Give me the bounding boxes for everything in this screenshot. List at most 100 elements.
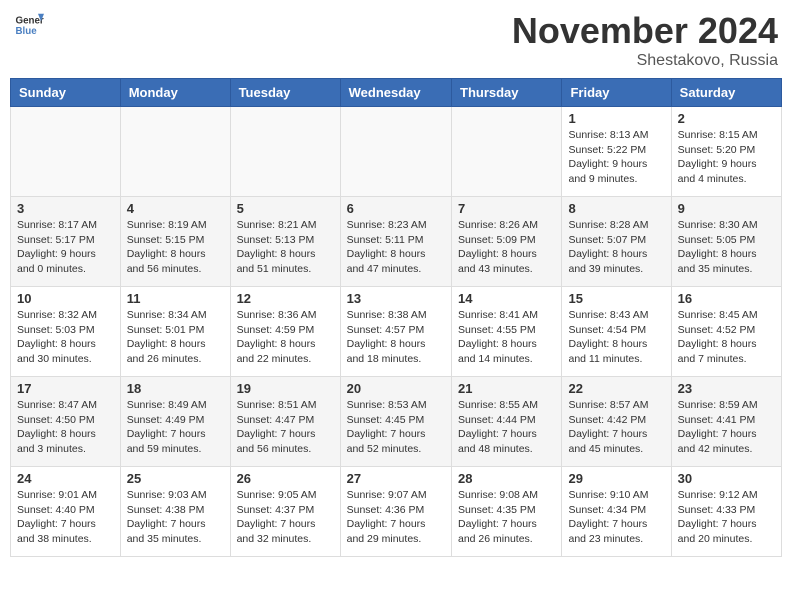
day-info: Sunrise: 9:05 AM Sunset: 4:37 PM Dayligh…	[237, 488, 334, 547]
calendar-day-cell	[452, 107, 562, 197]
calendar-day-cell	[230, 107, 340, 197]
day-info: Sunrise: 8:13 AM Sunset: 5:22 PM Dayligh…	[568, 128, 664, 187]
day-info: Sunrise: 9:03 AM Sunset: 4:38 PM Dayligh…	[127, 488, 224, 547]
day-info: Sunrise: 8:59 AM Sunset: 4:41 PM Dayligh…	[678, 398, 775, 457]
day-number: 21	[458, 381, 555, 396]
weekday-header: Monday	[120, 79, 230, 107]
day-number: 11	[127, 291, 224, 306]
calendar-day-cell: 15Sunrise: 8:43 AM Sunset: 4:54 PM Dayli…	[562, 287, 671, 377]
calendar-day-cell: 8 Sunrise: 8:28 AM Sunset: 5:07 PM Daylig…	[562, 197, 671, 287]
day-number: 4	[127, 201, 224, 216]
day-number: 19	[237, 381, 334, 396]
day-info: Sunrise: 9:08 AM Sunset: 4:35 PM Dayligh…	[458, 488, 555, 547]
day-info: Sunrise: 9:01 AM Sunset: 4:40 PM Dayligh…	[17, 488, 114, 547]
calendar-day-cell: 16 Sunrise: 8:45 AM Sunset: 4:52 PM Dayli…	[671, 287, 781, 377]
calendar-week-row: 17Sunrise: 8:47 AM Sunset: 4:50 PM Dayli…	[11, 377, 782, 467]
calendar-day-cell: 12 Sunrise: 8:36 AM Sunset: 4:59 PM Dayli…	[230, 287, 340, 377]
calendar-day-cell: 7Sunrise: 8:26 AM Sunset: 5:09 PM Daylig…	[452, 197, 562, 287]
day-info: Sunrise: 8:45 AM Sunset: 4:52 PM Dayligh…	[678, 308, 775, 367]
svg-text:Blue: Blue	[16, 26, 38, 37]
calendar-day-cell: 30Sunrise: 9:12 AM Sunset: 4:33 PM Dayli…	[671, 467, 781, 557]
day-number: 25	[127, 471, 224, 486]
calendar-day-cell: 1 Sunrise: 8:13 AM Sunset: 5:22 PM Daylig…	[562, 107, 671, 197]
day-number: 6	[347, 201, 445, 216]
weekday-header: Sunday	[11, 79, 121, 107]
day-number: 28	[458, 471, 555, 486]
day-number: 13	[347, 291, 445, 306]
day-number: 1	[568, 111, 664, 126]
day-info: Sunrise: 8:17 AM Sunset: 5:17 PM Dayligh…	[17, 218, 114, 277]
day-info: Sunrise: 8:36 AM Sunset: 4:59 PM Dayligh…	[237, 308, 334, 367]
day-info: Sunrise: 8:53 AM Sunset: 4:45 PM Dayligh…	[347, 398, 445, 457]
calendar-day-cell: 9Sunrise: 8:30 AM Sunset: 5:05 PM Daylig…	[671, 197, 781, 287]
weekday-header: Saturday	[671, 79, 781, 107]
day-number: 27	[347, 471, 445, 486]
calendar-day-cell: 29Sunrise: 9:10 AM Sunset: 4:34 PM Dayli…	[562, 467, 671, 557]
day-info: Sunrise: 8:26 AM Sunset: 5:09 PM Dayligh…	[458, 218, 555, 277]
day-info: Sunrise: 8:30 AM Sunset: 5:05 PM Dayligh…	[678, 218, 775, 277]
day-number: 8	[568, 201, 664, 216]
calendar-day-cell: 25 Sunrise: 9:03 AM Sunset: 4:38 PM Dayli…	[120, 467, 230, 557]
day-info: Sunrise: 8:55 AM Sunset: 4:44 PM Dayligh…	[458, 398, 555, 457]
day-info: Sunrise: 8:19 AM Sunset: 5:15 PM Dayligh…	[127, 218, 224, 277]
calendar-day-cell: 18 Sunrise: 8:49 AM Sunset: 4:49 PM Dayli…	[120, 377, 230, 467]
calendar-day-cell: 11 Sunrise: 8:34 AM Sunset: 5:01 PM Dayli…	[120, 287, 230, 377]
title-section: November 2024 Shestakovo, Russia	[512, 10, 778, 70]
calendar-day-cell: 26Sunrise: 9:05 AM Sunset: 4:37 PM Dayli…	[230, 467, 340, 557]
day-number: 18	[127, 381, 224, 396]
day-number: 3	[17, 201, 114, 216]
calendar-week-row: 3 Sunrise: 8:17 AM Sunset: 5:17 PM Daylig…	[11, 197, 782, 287]
day-number: 22	[568, 381, 664, 396]
logo: General Blue	[14, 10, 44, 40]
calendar-day-cell: 6 Sunrise: 8:23 AM Sunset: 5:11 PM Daylig…	[340, 197, 451, 287]
logo-icon: General Blue	[14, 10, 44, 40]
day-number: 30	[678, 471, 775, 486]
calendar-day-cell: 5 Sunrise: 8:21 AM Sunset: 5:13 PM Daylig…	[230, 197, 340, 287]
calendar-week-row: 24 Sunrise: 9:01 AM Sunset: 4:40 PM Dayli…	[11, 467, 782, 557]
calendar-day-cell	[340, 107, 451, 197]
calendar-day-cell: 10 Sunrise: 8:32 AM Sunset: 5:03 PM Dayli…	[11, 287, 121, 377]
day-info: Sunrise: 8:34 AM Sunset: 5:01 PM Dayligh…	[127, 308, 224, 367]
calendar-day-cell: 14 Sunrise: 8:41 AM Sunset: 4:55 PM Dayli…	[452, 287, 562, 377]
calendar-day-cell: 24 Sunrise: 9:01 AM Sunset: 4:40 PM Dayli…	[11, 467, 121, 557]
day-number: 23	[678, 381, 775, 396]
calendar-day-cell: 19 Sunrise: 8:51 AM Sunset: 4:47 PM Dayli…	[230, 377, 340, 467]
calendar-day-cell	[120, 107, 230, 197]
day-number: 5	[237, 201, 334, 216]
calendar-day-cell: 21 Sunrise: 8:55 AM Sunset: 4:44 PM Dayli…	[452, 377, 562, 467]
day-info: Sunrise: 8:43 AM Sunset: 4:54 PM Dayligh…	[568, 308, 664, 367]
calendar-week-row: 10 Sunrise: 8:32 AM Sunset: 5:03 PM Dayli…	[11, 287, 782, 377]
weekday-header: Thursday	[452, 79, 562, 107]
day-number: 16	[678, 291, 775, 306]
day-info: Sunrise: 8:38 AM Sunset: 4:57 PM Dayligh…	[347, 308, 445, 367]
calendar-day-cell: 4 Sunrise: 8:19 AM Sunset: 5:15 PM Daylig…	[120, 197, 230, 287]
day-info: Sunrise: 8:23 AM Sunset: 5:11 PM Dayligh…	[347, 218, 445, 277]
page-header: General Blue November 2024 Shestakovo, R…	[10, 10, 782, 70]
day-info: Sunrise: 8:32 AM Sunset: 5:03 PM Dayligh…	[17, 308, 114, 367]
calendar-day-cell: 2Sunrise: 8:15 AM Sunset: 5:20 PM Daylig…	[671, 107, 781, 197]
calendar-week-row: 1 Sunrise: 8:13 AM Sunset: 5:22 PM Daylig…	[11, 107, 782, 197]
day-number: 24	[17, 471, 114, 486]
calendar-day-cell: 17Sunrise: 8:47 AM Sunset: 4:50 PM Dayli…	[11, 377, 121, 467]
weekday-header: Wednesday	[340, 79, 451, 107]
calendar-day-cell	[11, 107, 121, 197]
location-subtitle: Shestakovo, Russia	[512, 52, 778, 70]
day-info: Sunrise: 8:49 AM Sunset: 4:49 PM Dayligh…	[127, 398, 224, 457]
calendar-day-cell: 27 Sunrise: 9:07 AM Sunset: 4:36 PM Dayli…	[340, 467, 451, 557]
day-info: Sunrise: 9:07 AM Sunset: 4:36 PM Dayligh…	[347, 488, 445, 547]
day-info: Sunrise: 8:21 AM Sunset: 5:13 PM Dayligh…	[237, 218, 334, 277]
day-info: Sunrise: 8:51 AM Sunset: 4:47 PM Dayligh…	[237, 398, 334, 457]
calendar-day-cell: 22 Sunrise: 8:57 AM Sunset: 4:42 PM Dayli…	[562, 377, 671, 467]
day-info: Sunrise: 8:28 AM Sunset: 5:07 PM Dayligh…	[568, 218, 664, 277]
day-number: 17	[17, 381, 114, 396]
day-info: Sunrise: 8:57 AM Sunset: 4:42 PM Dayligh…	[568, 398, 664, 457]
weekday-header: Friday	[562, 79, 671, 107]
day-info: Sunrise: 8:15 AM Sunset: 5:20 PM Dayligh…	[678, 128, 775, 187]
weekday-header: Tuesday	[230, 79, 340, 107]
calendar: SundayMondayTuesdayWednesdayThursdayFrid…	[10, 78, 782, 557]
day-number: 10	[17, 291, 114, 306]
day-info: Sunrise: 9:10 AM Sunset: 4:34 PM Dayligh…	[568, 488, 664, 547]
day-info: Sunrise: 8:41 AM Sunset: 4:55 PM Dayligh…	[458, 308, 555, 367]
day-number: 14	[458, 291, 555, 306]
day-number: 12	[237, 291, 334, 306]
